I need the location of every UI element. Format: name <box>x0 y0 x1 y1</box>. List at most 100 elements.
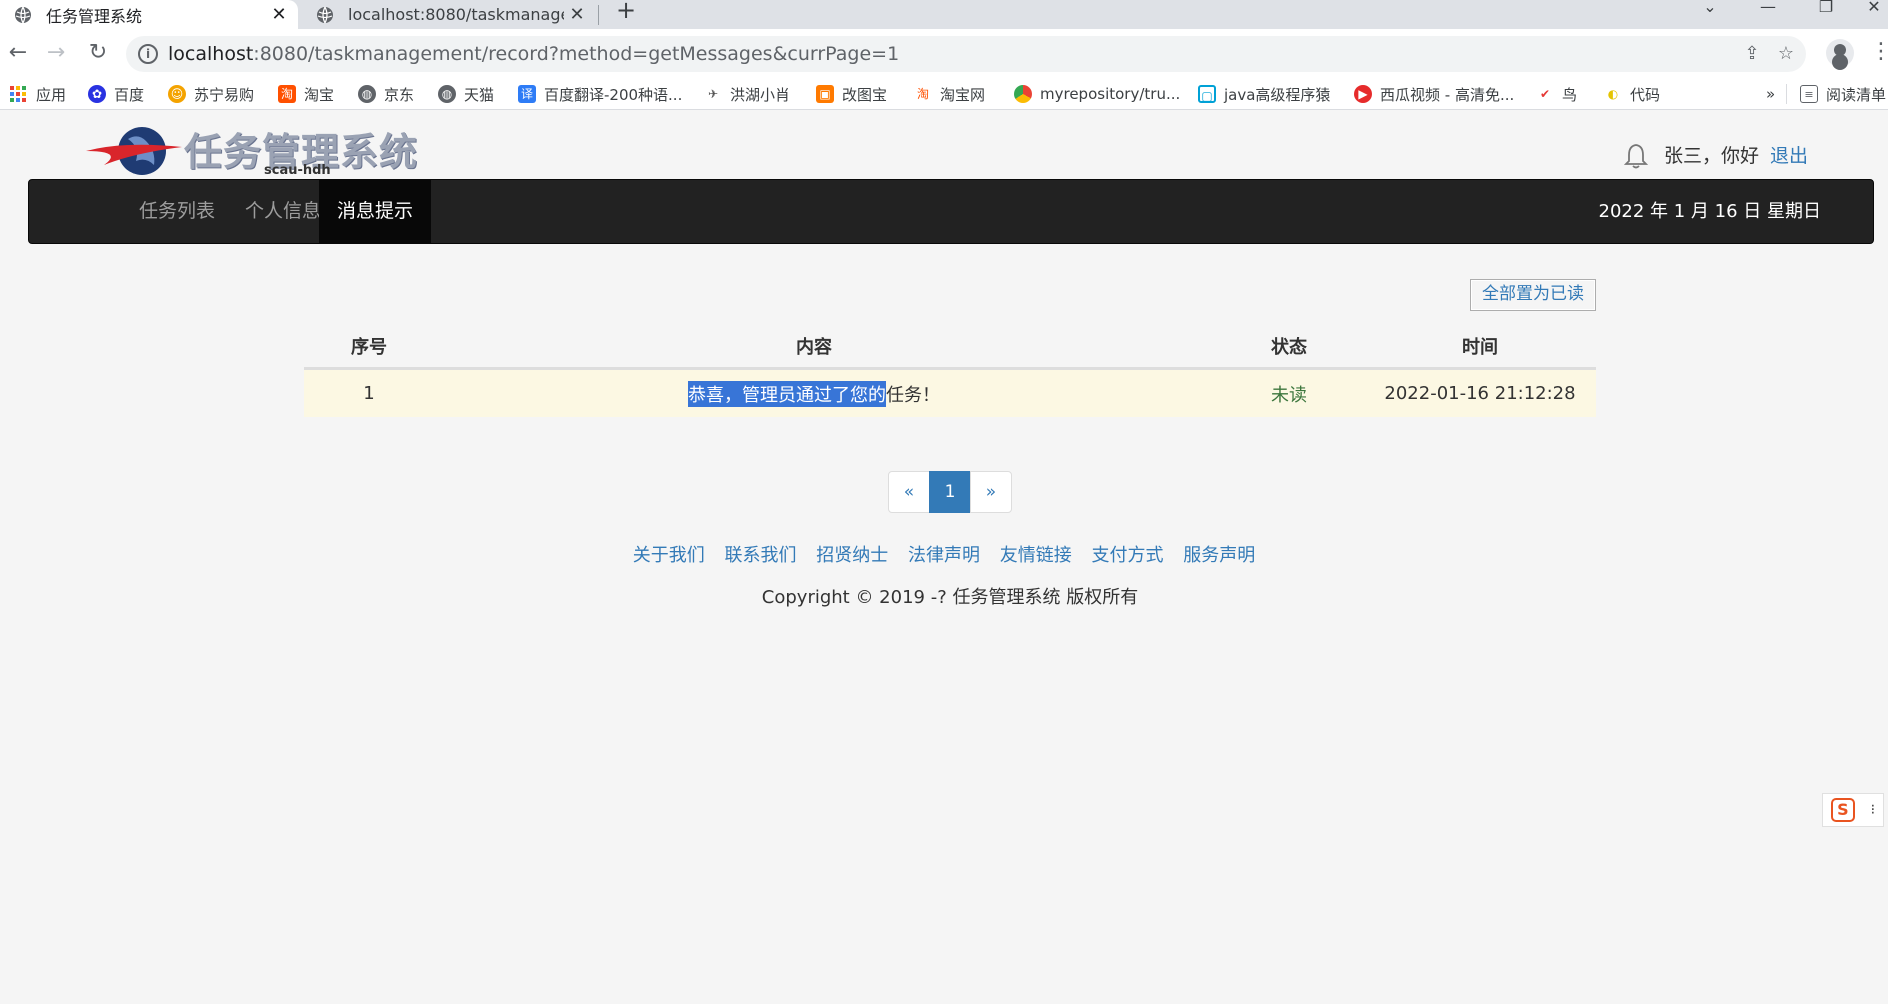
site-logo[interactable]: 任务管理系统 scau-hdh <box>84 119 417 179</box>
column-header-content: 内容 <box>796 336 832 358</box>
translate-icon: 译 <box>518 85 536 103</box>
globe-icon: ◍ <box>438 85 456 103</box>
bookmark-baidu[interactable]: ✿ 百度 <box>88 84 144 104</box>
minimize-icon[interactable]: — <box>1748 0 1788 24</box>
pagination: « 1 » <box>888 471 1012 513</box>
bookmark-gaitubao[interactable]: ▣ 改图宝 <box>816 84 887 104</box>
bookmark-baidu-translate[interactable]: 译百度翻译-200种语... <box>518 84 682 104</box>
pagination-prev[interactable]: « <box>888 471 930 513</box>
globe-icon <box>317 6 333 23</box>
message-status: 未读 <box>1271 384 1307 406</box>
new-tab-icon[interactable]: + <box>612 0 640 24</box>
page-content: 任务管理系统 scau-hdh 张三，你好 退出 任务列表 个人信息 消息提示 … <box>0 111 1888 1004</box>
site-info-icon[interactable]: i <box>138 44 158 64</box>
bookmarks-divider <box>1786 84 1787 104</box>
bookmark-star-icon[interactable]: ☆ <box>1774 42 1798 66</box>
selected-text: 恭喜，管理员通过了您的 <box>688 380 886 407</box>
bookmark-bird[interactable]: ✔ 鸟 <box>1536 84 1577 104</box>
close-tab-icon[interactable]: ✕ <box>564 4 590 25</box>
table-header: 序号 内容 状态 时间 <box>304 324 1596 370</box>
pagination-next[interactable]: » <box>970 471 1012 513</box>
nav-task-list[interactable]: 任务列表 <box>121 180 233 243</box>
footer-link-about[interactable]: 关于我们 <box>633 545 705 566</box>
copyright-text: Copyright © 2019 -? 任务管理系统 版权所有 <box>761 587 1139 608</box>
message-time: 2022-01-16 21:12:28 <box>1384 383 1576 404</box>
reload-icon[interactable]: ↻ <box>83 39 113 69</box>
back-icon[interactable]: ← <box>3 39 33 69</box>
baidu-paw-icon: ✿ <box>88 85 106 103</box>
browser-tab-active[interactable]: 任务管理系统 ✕ <box>0 0 298 29</box>
table-row[interactable]: 1 恭喜，管理员通过了您的 任务！ 未读 2022-01-16 21:12:28 <box>304 370 1596 417</box>
bookmark-jd[interactable]: ◍ 京东 <box>358 84 414 104</box>
address-bar[interactable]: i localhost:8080/taskmanagement/record?m… <box>126 36 1806 72</box>
profile-avatar-icon[interactable] <box>1826 39 1854 67</box>
bookmark-taobao[interactable]: 淘淘宝 <box>278 84 334 104</box>
close-window-icon[interactable]: ✕ <box>1860 0 1888 24</box>
notification-bell-icon[interactable] <box>1624 143 1648 169</box>
bookmark-suning[interactable]: ☺ 苏宁易购 <box>168 84 254 104</box>
column-header-time: 时间 <box>1462 336 1498 358</box>
chrome-icon <box>1014 85 1032 103</box>
url-text[interactable]: localhost:8080/taskmanagement/record?met… <box>168 43 899 65</box>
ime-toolbar[interactable]: S ⁝ <box>1822 793 1884 827</box>
message-index: 1 <box>363 383 375 404</box>
bird-icon: ✈ <box>704 85 722 103</box>
tab-title: 任务管理系统 <box>46 6 143 26</box>
bookmark-apps[interactable]: 应用 <box>10 84 66 104</box>
bookmarks-overflow-icon[interactable]: » <box>1766 84 1775 104</box>
main-navbar: 任务列表 个人信息 消息提示 2022 年 1 月 16 日 星期日 <box>28 179 1874 244</box>
message-content[interactable]: 恭喜，管理员通过了您的 任务！ <box>434 370 1194 417</box>
reading-list-icon: ≡ <box>1800 85 1818 103</box>
taobao-icon: 淘 <box>278 85 296 103</box>
footer-link-payment[interactable]: 支付方式 <box>1091 545 1163 566</box>
footer-link-friends[interactable]: 友情链接 <box>1000 545 1072 566</box>
bird-icon: ✔ <box>1536 85 1554 103</box>
ime-menu-icon[interactable]: ⁝ <box>1871 802 1875 818</box>
bookmark-myrepository[interactable]: myrepository/tru... <box>1014 84 1180 104</box>
xigua-video-icon: ▶ <box>1354 85 1372 103</box>
column-header-status: 状态 <box>1271 336 1307 358</box>
code-icon: ◐ <box>1604 85 1622 103</box>
footer-link-service[interactable]: 服务声明 <box>1183 545 1255 566</box>
footer-link-contact[interactable]: 联系我们 <box>725 545 797 566</box>
bookmark-taobao-net[interactable]: 淘淘宝网 <box>914 84 985 104</box>
apps-grid-icon <box>10 86 26 102</box>
taobao-icon: 淘 <box>914 85 932 103</box>
tab-separator <box>598 5 599 25</box>
column-header-index: 序号 <box>351 336 387 358</box>
restore-icon[interactable]: ❐ <box>1806 0 1846 24</box>
tab-search-icon[interactable]: ⌄ <box>1690 0 1730 24</box>
bookmark-bilibili[interactable]: ▢ java高级程序猿 <box>1198 84 1330 104</box>
bookmark-honghu[interactable]: ✈ 洪湖小肖 <box>704 84 790 104</box>
nav-messages[interactable]: 消息提示 <box>319 180 432 243</box>
message-content-rest: 任务！ <box>886 384 940 406</box>
browser-menu-icon[interactable]: ⋮ <box>1870 39 1888 67</box>
globe-icon <box>15 6 31 23</box>
footer-link-legal[interactable]: 法律声明 <box>908 545 980 566</box>
user-greeting: 张三，你好 <box>1664 145 1760 167</box>
bilibili-icon: ▢ <box>1198 85 1216 103</box>
close-tab-icon[interactable]: ✕ <box>266 4 292 25</box>
share-icon[interactable]: ⇪ <box>1740 42 1764 66</box>
tab-title: localhost:8080/taskmanagement <box>348 5 564 24</box>
gaitubao-icon: ▣ <box>816 85 834 103</box>
mark-all-read-button[interactable]: 全部置为已读 <box>1470 279 1596 311</box>
footer-link-careers[interactable]: 招贤纳士 <box>816 545 888 566</box>
globe-icon: ◍ <box>358 85 376 103</box>
browser-tab-strip: 任务管理系统 ✕ localhost:8080/taskmanagement ✕… <box>0 0 1888 29</box>
logout-link[interactable]: 退出 <box>1770 141 1808 168</box>
current-date: 2022 年 1 月 16 日 星期日 <box>1598 201 1822 222</box>
footer-links: 关于我们 联系我们 招贤纳士 法律声明 友情链接 支付方式 服务声明 <box>0 541 1888 567</box>
bookmark-tmall[interactable]: ◍ 天猫 <box>438 84 494 104</box>
forward-icon[interactable]: → <box>41 39 71 69</box>
pagination-page-1[interactable]: 1 <box>929 471 971 513</box>
browser-toolbar: ← → ↻ i localhost:8080/taskmanagement/re… <box>0 29 1888 77</box>
suning-icon: ☺ <box>168 85 186 103</box>
bookmark-xigua[interactable]: ▶ 西瓜视频 - 高清免... <box>1354 84 1514 104</box>
bookmarks-bar: 应用 ✿ 百度 ☺ 苏宁易购 淘淘宝 ◍ 京东 ◍ 天猫 译百度翻译-200种语... … <box>0 77 1888 110</box>
browser-tab-inactive[interactable]: localhost:8080/taskmanagement ✕ <box>306 0 596 29</box>
logo-subtitle: scau-hdh <box>264 163 331 178</box>
bookmark-code[interactable]: ◐ 代码 <box>1604 84 1660 104</box>
reading-list[interactable]: ≡ 阅读清单 <box>1800 84 1886 104</box>
globe-logo-icon <box>86 127 182 175</box>
